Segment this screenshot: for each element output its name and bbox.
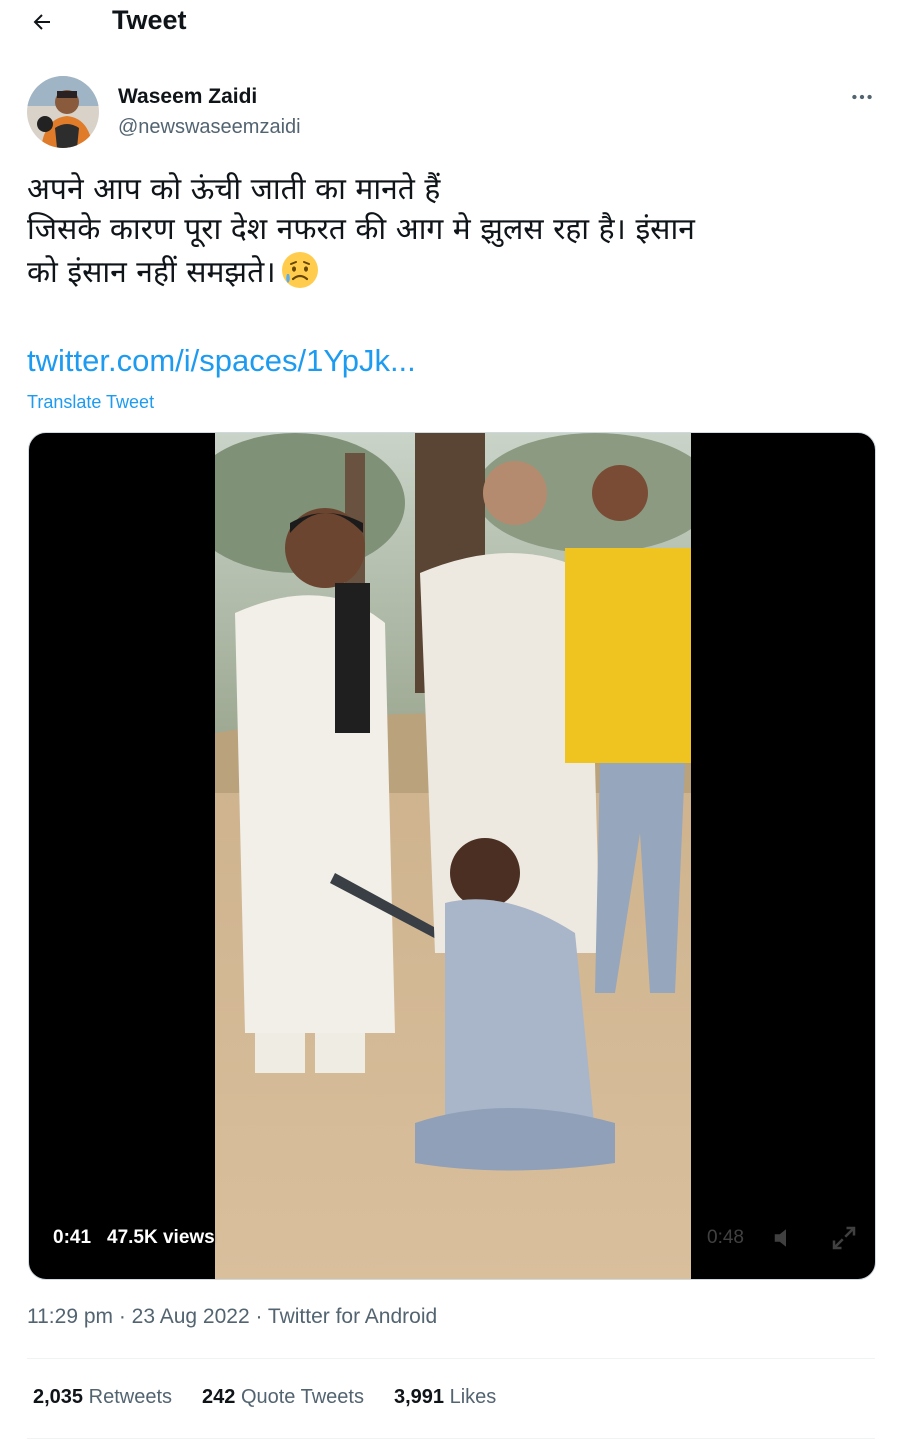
avatar[interactable] — [27, 76, 99, 148]
video-frame — [215, 433, 691, 1279]
tweet-text: अपने आप को ऊंची जाती का मानते हैं जिसके … — [27, 170, 893, 293]
video-player[interactable]: 0:41 47.5K views 0:48 — [28, 432, 876, 1280]
retweets-stat[interactable]: 2,035 Retweets — [33, 1386, 172, 1414]
more-horizontal-icon — [852, 94, 872, 100]
tweet-source[interactable]: Twitter for Android — [268, 1305, 437, 1328]
tweet-text-line: को इंसान नहीं समझते। — [27, 255, 276, 290]
tweet-text-line-with-emoji: को इंसान नहीं समझते। — [27, 250, 893, 293]
fullscreen-icon[interactable] — [829, 1223, 859, 1253]
likes-count: 3,991 — [393, 1386, 445, 1408]
likes-label: Likes — [449, 1386, 497, 1408]
back-button[interactable] — [22, 4, 62, 40]
author-handle[interactable]: @newswaseemzaidi — [118, 116, 301, 139]
avatar-image — [27, 76, 99, 148]
video-duration: 0:41 — [53, 1227, 92, 1248]
divider — [27, 1358, 875, 1359]
translate-tweet-link[interactable]: Translate Tweet — [27, 392, 154, 413]
quote-tweets-count: 242 — [202, 1386, 236, 1408]
tweet-text-line: जिसके कारण पूरा देश नफरत की आग मे झुलस र… — [27, 212, 695, 247]
tweet-date[interactable]: 23 Aug 2022 — [132, 1305, 250, 1328]
video-controls: 0:41 47.5K views 0:48 — [29, 1209, 875, 1279]
tweet-author: Waseem Zaidi @newswaseemzaidi — [27, 76, 893, 152]
page-header: Tweet — [0, 0, 921, 46]
page-title: Tweet — [112, 5, 187, 35]
author-name[interactable]: Waseem Zaidi — [118, 85, 257, 109]
video-remaining-time: 0:48 — [707, 1227, 744, 1248]
tweet-stats: 2,035 Retweets 242 Quote Tweets 3,991 Li… — [33, 1386, 526, 1414]
volume-icon[interactable] — [771, 1223, 801, 1253]
sad-face-emoji-icon — [281, 252, 318, 288]
more-options-button[interactable] — [845, 80, 879, 114]
meta-separator: · — [249, 1305, 268, 1328]
meta-separator: · — [113, 1305, 132, 1328]
divider — [27, 1438, 875, 1439]
retweets-label: Retweets — [88, 1386, 172, 1408]
quote-tweets-stat[interactable]: 242 Quote Tweets — [202, 1386, 364, 1414]
tweet-text-line: अपने आप को ऊंची जाती का मानते हैं — [27, 172, 441, 207]
tweet-time[interactable]: 11:29 pm — [27, 1305, 113, 1328]
retweets-count: 2,035 — [33, 1386, 84, 1408]
arrow-left-icon — [33, 14, 50, 30]
tweet-link[interactable]: twitter.com/i/spaces/1YpJk... — [27, 343, 416, 379]
video-views: 47.5K views — [107, 1227, 215, 1248]
likes-stat[interactable]: 3,991 Likes — [394, 1386, 496, 1414]
tweet-meta: 11:29 pm · 23 Aug 2022 · Twitter for And… — [27, 1305, 437, 1329]
quote-tweets-label: Quote Tweets — [240, 1386, 364, 1408]
